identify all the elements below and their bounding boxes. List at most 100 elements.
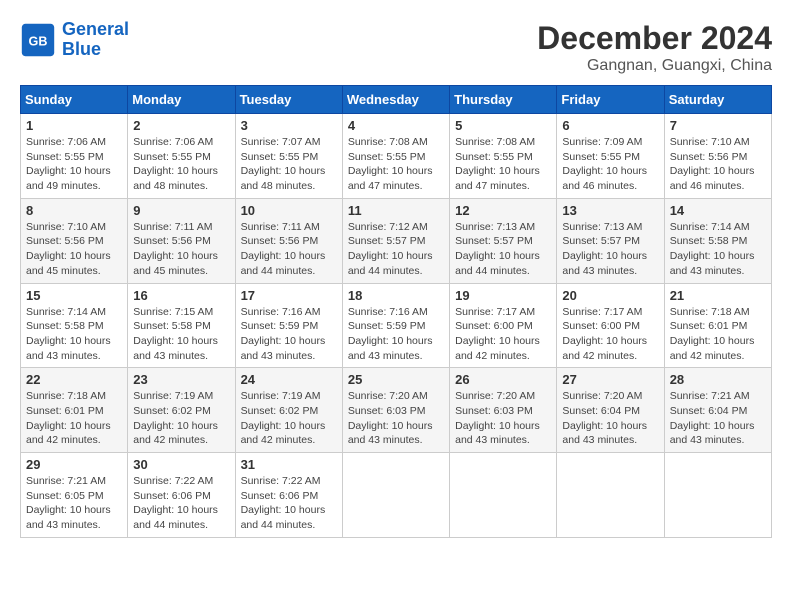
calendar-cell: 7 Sunrise: 7:10 AM Sunset: 5:56 PM Dayli… bbox=[664, 114, 771, 199]
calendar-cell: 21 Sunrise: 7:18 AM Sunset: 6:01 PM Dayl… bbox=[664, 283, 771, 368]
day-detail: Sunrise: 7:08 AM Sunset: 5:55 PM Dayligh… bbox=[348, 135, 444, 194]
day-detail: Sunrise: 7:06 AM Sunset: 5:55 PM Dayligh… bbox=[26, 135, 122, 194]
calendar-cell: 6 Sunrise: 7:09 AM Sunset: 5:55 PM Dayli… bbox=[557, 114, 664, 199]
day-number: 18 bbox=[348, 288, 444, 303]
day-number: 9 bbox=[133, 203, 229, 218]
day-number: 13 bbox=[562, 203, 658, 218]
day-number: 19 bbox=[455, 288, 551, 303]
day-detail: Sunrise: 7:18 AM Sunset: 6:01 PM Dayligh… bbox=[670, 305, 766, 364]
day-detail: Sunrise: 7:08 AM Sunset: 5:55 PM Dayligh… bbox=[455, 135, 551, 194]
day-number: 3 bbox=[241, 118, 337, 133]
day-detail: Sunrise: 7:12 AM Sunset: 5:57 PM Dayligh… bbox=[348, 220, 444, 279]
day-detail: Sunrise: 7:21 AM Sunset: 6:05 PM Dayligh… bbox=[26, 474, 122, 533]
calendar-cell: 5 Sunrise: 7:08 AM Sunset: 5:55 PM Dayli… bbox=[450, 114, 557, 199]
calendar-cell: 15 Sunrise: 7:14 AM Sunset: 5:58 PM Dayl… bbox=[21, 283, 128, 368]
logo-icon: GB bbox=[20, 22, 56, 58]
day-detail: Sunrise: 7:13 AM Sunset: 5:57 PM Dayligh… bbox=[562, 220, 658, 279]
day-detail: Sunrise: 7:20 AM Sunset: 6:04 PM Dayligh… bbox=[562, 389, 658, 448]
calendar-cell: 2 Sunrise: 7:06 AM Sunset: 5:55 PM Dayli… bbox=[128, 114, 235, 199]
calendar-header-row: SundayMondayTuesdayWednesdayThursdayFrid… bbox=[21, 86, 772, 114]
day-number: 15 bbox=[26, 288, 122, 303]
day-number: 7 bbox=[670, 118, 766, 133]
calendar-cell bbox=[664, 453, 771, 538]
day-detail: Sunrise: 7:10 AM Sunset: 5:56 PM Dayligh… bbox=[26, 220, 122, 279]
day-number: 12 bbox=[455, 203, 551, 218]
day-number: 10 bbox=[241, 203, 337, 218]
calendar-cell: 12 Sunrise: 7:13 AM Sunset: 5:57 PM Dayl… bbox=[450, 198, 557, 283]
day-detail: Sunrise: 7:07 AM Sunset: 5:55 PM Dayligh… bbox=[241, 135, 337, 194]
calendar-cell: 1 Sunrise: 7:06 AM Sunset: 5:55 PM Dayli… bbox=[21, 114, 128, 199]
weekday-header-tuesday: Tuesday bbox=[235, 86, 342, 114]
calendar-cell: 18 Sunrise: 7:16 AM Sunset: 5:59 PM Dayl… bbox=[342, 283, 449, 368]
logo: GB General Blue bbox=[20, 20, 129, 60]
title-block: December 2024 Gangnan, Guangxi, China bbox=[537, 20, 772, 75]
calendar-week-3: 15 Sunrise: 7:14 AM Sunset: 5:58 PM Dayl… bbox=[21, 283, 772, 368]
location-subtitle: Gangnan, Guangxi, China bbox=[537, 57, 772, 75]
day-detail: Sunrise: 7:19 AM Sunset: 6:02 PM Dayligh… bbox=[241, 389, 337, 448]
day-detail: Sunrise: 7:22 AM Sunset: 6:06 PM Dayligh… bbox=[133, 474, 229, 533]
day-detail: Sunrise: 7:20 AM Sunset: 6:03 PM Dayligh… bbox=[348, 389, 444, 448]
logo-text: General Blue bbox=[62, 20, 129, 60]
calendar-cell bbox=[450, 453, 557, 538]
day-number: 11 bbox=[348, 203, 444, 218]
day-number: 17 bbox=[241, 288, 337, 303]
day-number: 31 bbox=[241, 457, 337, 472]
calendar-cell: 28 Sunrise: 7:21 AM Sunset: 6:04 PM Dayl… bbox=[664, 368, 771, 453]
calendar-cell: 17 Sunrise: 7:16 AM Sunset: 5:59 PM Dayl… bbox=[235, 283, 342, 368]
day-number: 20 bbox=[562, 288, 658, 303]
calendar-cell: 19 Sunrise: 7:17 AM Sunset: 6:00 PM Dayl… bbox=[450, 283, 557, 368]
calendar-cell: 8 Sunrise: 7:10 AM Sunset: 5:56 PM Dayli… bbox=[21, 198, 128, 283]
weekday-header-friday: Friday bbox=[557, 86, 664, 114]
day-number: 6 bbox=[562, 118, 658, 133]
weekday-header-sunday: Sunday bbox=[21, 86, 128, 114]
day-detail: Sunrise: 7:16 AM Sunset: 5:59 PM Dayligh… bbox=[348, 305, 444, 364]
calendar-week-1: 1 Sunrise: 7:06 AM Sunset: 5:55 PM Dayli… bbox=[21, 114, 772, 199]
day-detail: Sunrise: 7:13 AM Sunset: 5:57 PM Dayligh… bbox=[455, 220, 551, 279]
weekday-header-thursday: Thursday bbox=[450, 86, 557, 114]
calendar-cell: 10 Sunrise: 7:11 AM Sunset: 5:56 PM Dayl… bbox=[235, 198, 342, 283]
calendar-cell: 13 Sunrise: 7:13 AM Sunset: 5:57 PM Dayl… bbox=[557, 198, 664, 283]
calendar-cell: 29 Sunrise: 7:21 AM Sunset: 6:05 PM Dayl… bbox=[21, 453, 128, 538]
month-year-title: December 2024 bbox=[537, 20, 772, 57]
day-detail: Sunrise: 7:14 AM Sunset: 5:58 PM Dayligh… bbox=[26, 305, 122, 364]
day-number: 2 bbox=[133, 118, 229, 133]
calendar-cell: 27 Sunrise: 7:20 AM Sunset: 6:04 PM Dayl… bbox=[557, 368, 664, 453]
calendar-cell: 11 Sunrise: 7:12 AM Sunset: 5:57 PM Dayl… bbox=[342, 198, 449, 283]
page-header: GB General Blue December 2024 Gangnan, G… bbox=[20, 20, 772, 75]
day-detail: Sunrise: 7:16 AM Sunset: 5:59 PM Dayligh… bbox=[241, 305, 337, 364]
day-detail: Sunrise: 7:10 AM Sunset: 5:56 PM Dayligh… bbox=[670, 135, 766, 194]
calendar-cell: 30 Sunrise: 7:22 AM Sunset: 6:06 PM Dayl… bbox=[128, 453, 235, 538]
calendar-cell: 9 Sunrise: 7:11 AM Sunset: 5:56 PM Dayli… bbox=[128, 198, 235, 283]
day-detail: Sunrise: 7:17 AM Sunset: 6:00 PM Dayligh… bbox=[562, 305, 658, 364]
calendar-week-4: 22 Sunrise: 7:18 AM Sunset: 6:01 PM Dayl… bbox=[21, 368, 772, 453]
day-number: 29 bbox=[26, 457, 122, 472]
day-number: 4 bbox=[348, 118, 444, 133]
day-number: 23 bbox=[133, 372, 229, 387]
calendar-cell: 3 Sunrise: 7:07 AM Sunset: 5:55 PM Dayli… bbox=[235, 114, 342, 199]
day-detail: Sunrise: 7:15 AM Sunset: 5:58 PM Dayligh… bbox=[133, 305, 229, 364]
day-detail: Sunrise: 7:14 AM Sunset: 5:58 PM Dayligh… bbox=[670, 220, 766, 279]
day-detail: Sunrise: 7:09 AM Sunset: 5:55 PM Dayligh… bbox=[562, 135, 658, 194]
weekday-header-wednesday: Wednesday bbox=[342, 86, 449, 114]
day-detail: Sunrise: 7:11 AM Sunset: 5:56 PM Dayligh… bbox=[133, 220, 229, 279]
calendar-cell: 20 Sunrise: 7:17 AM Sunset: 6:00 PM Dayl… bbox=[557, 283, 664, 368]
calendar-table: SundayMondayTuesdayWednesdayThursdayFrid… bbox=[20, 85, 772, 538]
calendar-cell bbox=[342, 453, 449, 538]
calendar-cell: 22 Sunrise: 7:18 AM Sunset: 6:01 PM Dayl… bbox=[21, 368, 128, 453]
weekday-header-monday: Monday bbox=[128, 86, 235, 114]
calendar-cell bbox=[557, 453, 664, 538]
day-number: 28 bbox=[670, 372, 766, 387]
day-number: 24 bbox=[241, 372, 337, 387]
day-detail: Sunrise: 7:20 AM Sunset: 6:03 PM Dayligh… bbox=[455, 389, 551, 448]
day-number: 16 bbox=[133, 288, 229, 303]
calendar-cell: 23 Sunrise: 7:19 AM Sunset: 6:02 PM Dayl… bbox=[128, 368, 235, 453]
svg-text:GB: GB bbox=[29, 34, 48, 48]
day-detail: Sunrise: 7:18 AM Sunset: 6:01 PM Dayligh… bbox=[26, 389, 122, 448]
calendar-cell: 26 Sunrise: 7:20 AM Sunset: 6:03 PM Dayl… bbox=[450, 368, 557, 453]
day-number: 27 bbox=[562, 372, 658, 387]
calendar-cell: 4 Sunrise: 7:08 AM Sunset: 5:55 PM Dayli… bbox=[342, 114, 449, 199]
weekday-header-saturday: Saturday bbox=[664, 86, 771, 114]
calendar-week-2: 8 Sunrise: 7:10 AM Sunset: 5:56 PM Dayli… bbox=[21, 198, 772, 283]
calendar-cell: 31 Sunrise: 7:22 AM Sunset: 6:06 PM Dayl… bbox=[235, 453, 342, 538]
day-number: 14 bbox=[670, 203, 766, 218]
